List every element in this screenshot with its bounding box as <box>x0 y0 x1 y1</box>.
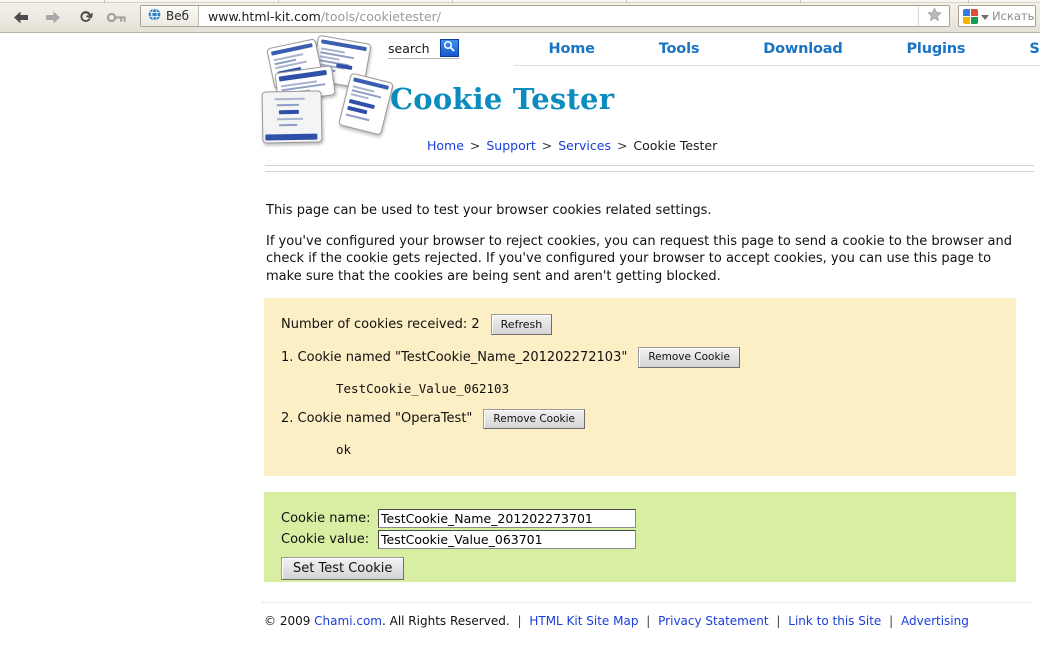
set-test-cookie-button[interactable]: Set Test Cookie <box>281 557 405 580</box>
back-arrow-icon <box>12 10 30 25</box>
breadcrumb-separator: > <box>541 138 553 153</box>
intro-paragraph-2: If you've configured your browser to rej… <box>266 233 1013 284</box>
url-host: www.html-kit.com <box>208 8 321 24</box>
page-title: Cookie Tester <box>390 82 615 116</box>
copyright-suffix: . All Rights Reserved. <box>381 614 510 628</box>
site-identity-chip[interactable]: Веб <box>141 6 200 26</box>
url-text[interactable]: www.html-kit.com/tools/cookietester/ <box>199 6 918 26</box>
set-cookie-form: Cookie name: Cookie value: Set Test Cook… <box>264 492 1016 582</box>
cookie-entry-row: 2. Cookie named "OperaTest" Remove Cooki… <box>264 396 1016 429</box>
footer-link-link-to-site[interactable]: Link to this Site <box>788 614 881 628</box>
cookie-value-input[interactable] <box>378 530 636 549</box>
footer-link-chami[interactable]: Chami.com <box>314 614 382 628</box>
cookie-entry-row: 1. Cookie named "TestCookie_Name_2012022… <box>264 335 1016 368</box>
cookie-2-name: 2. Cookie named "OperaTest" <box>281 411 473 427</box>
cookie-count-row: Number of cookies received: 2 Refresh <box>264 298 1016 335</box>
nav-divider <box>514 65 1040 66</box>
footer-separator: | <box>776 614 781 628</box>
chevron-down-icon[interactable] <box>981 9 989 24</box>
footer-link-site-map[interactable]: HTML Kit Site Map <box>529 614 638 628</box>
cookie-1-name: 1. Cookie named "TestCookie_Name_2012022… <box>281 349 628 365</box>
divider-line-bottom <box>265 171 1034 172</box>
site-search-input[interactable]: search <box>388 41 430 56</box>
nav-item-plugins[interactable]: Plugins <box>875 41 998 57</box>
remove-cookie-1-button[interactable]: Remove Cookie <box>638 347 740 368</box>
footer: © 2009 Chami.com. All Rights Reserved. |… <box>264 614 969 628</box>
cookie-value-row: Cookie value: <box>281 530 1016 549</box>
tab-strip-edge <box>0 0 1040 3</box>
globe-icon <box>148 8 161 24</box>
cookies-received-panel: Number of cookies received: 2 Refresh 1.… <box>264 298 1016 476</box>
intro-text: This page can be used to test your brows… <box>266 202 1018 298</box>
site-search-button[interactable] <box>439 39 459 57</box>
bookmark-button[interactable] <box>918 6 949 26</box>
cookie-value-row: ok <box>264 429 1016 457</box>
header-divider-rules <box>265 165 1034 172</box>
forward-button[interactable] <box>40 6 66 28</box>
browser-chrome: Веб www.html-kit.com/tools/cookietester/… <box>0 0 1040 33</box>
footer-link-privacy[interactable]: Privacy Statement <box>658 614 768 628</box>
header-nav-area: search Home Tools Download Plugins S <box>388 34 1040 66</box>
intro-paragraph-1: This page can be used to test your brows… <box>266 203 712 218</box>
page-content: search Home Tools Download Plugins S Coo… <box>261 34 1040 628</box>
cookie-name-label: Cookie name: <box>281 511 371 526</box>
cookie-name-row: Cookie name: <box>281 509 1016 528</box>
cookie-count-label: Number of cookies received: 2 <box>281 317 480 332</box>
url-path: /tools/cookietester/ <box>320 8 442 24</box>
cookie-name-input[interactable] <box>378 509 636 528</box>
nav-item-download[interactable]: Download <box>731 41 874 57</box>
magnifier-icon <box>443 40 455 56</box>
cookie-value-label: Cookie value: <box>281 532 370 547</box>
copyright-prefix: © 2009 <box>264 614 315 628</box>
cookie-value-row: TestCookie_Value_062103 <box>264 368 1016 396</box>
reload-icon <box>77 9 94 25</box>
key-icon <box>107 12 127 23</box>
chrome-search-placeholder: Искать <box>992 9 1035 23</box>
site-search-box[interactable]: search <box>388 39 459 59</box>
primary-nav: Home Tools Download Plugins Support <box>517 41 1040 57</box>
back-button[interactable] <box>8 6 34 28</box>
breadcrumb-item-services[interactable]: Services <box>558 138 611 153</box>
google-logo-icon <box>963 8 978 24</box>
address-bar[interactable]: Веб www.html-kit.com/tools/cookietester/ <box>140 5 950 27</box>
security-key-button[interactable] <box>104 6 130 28</box>
footer-link-advertising[interactable]: Advertising <box>901 614 969 628</box>
footer-separator: | <box>646 614 651 628</box>
nav-item-home[interactable]: Home <box>517 41 627 57</box>
forward-arrow-icon <box>44 10 62 25</box>
cookie-2-value: ok <box>336 442 352 457</box>
nav-item-support[interactable]: Support <box>997 41 1040 57</box>
footer-divider <box>262 602 1034 603</box>
breadcrumb-item-current: Cookie Tester <box>633 138 718 153</box>
page-viewport: search Home Tools Download Plugins S Coo… <box>0 34 1040 656</box>
cookie-1-value: TestCookie_Value_062103 <box>336 380 510 396</box>
remove-cookie-2-button[interactable]: Remove Cookie <box>483 408 585 429</box>
footer-separator: | <box>517 614 522 628</box>
breadcrumb-separator: > <box>616 138 628 153</box>
reload-button[interactable] <box>72 6 98 28</box>
breadcrumb: Home > Support > Services > Cookie Teste… <box>427 138 717 153</box>
nav-row: search Home Tools Download Plugins S <box>388 34 1040 64</box>
star-bookmark-icon <box>926 6 942 26</box>
site-logo[interactable] <box>261 34 394 145</box>
site-header: search Home Tools Download Plugins S Coo… <box>261 34 1040 172</box>
site-chip-label: Веб <box>166 9 190 23</box>
nav-item-tools[interactable]: Tools <box>627 41 732 57</box>
refresh-button[interactable]: Refresh <box>490 314 553 335</box>
breadcrumb-item-home[interactable]: Home <box>427 138 464 153</box>
breadcrumb-item-support[interactable]: Support <box>486 138 535 153</box>
chrome-search-box[interactable]: Искать <box>958 5 1036 27</box>
footer-separator: | <box>889 614 894 628</box>
breadcrumb-separator: > <box>469 138 481 153</box>
